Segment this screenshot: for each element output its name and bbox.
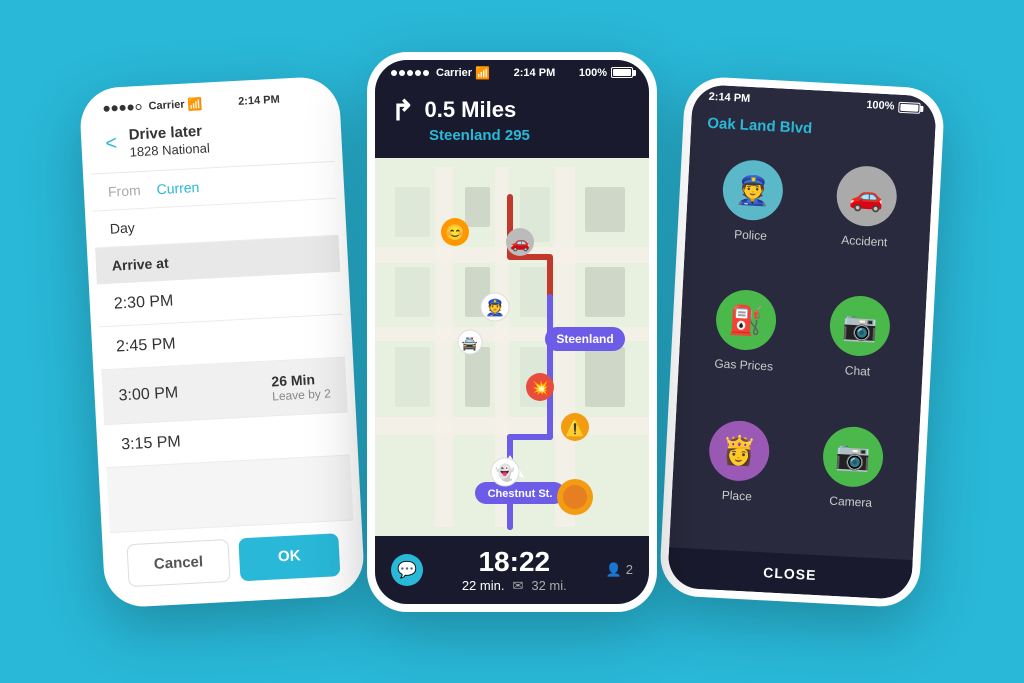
map-area[interactable]: East way Steenland Chestnut St. 😊 👮 — [375, 158, 649, 536]
wifi-icon-left: 📶 — [187, 96, 203, 111]
from-value: Curren — [156, 178, 200, 196]
chat-label: Chat — [845, 363, 871, 378]
svg-text:🚔: 🚔 — [462, 336, 478, 351]
time-label-2: 3:00 PM — [118, 384, 178, 405]
svg-text:Chestnut St.: Chestnut St. — [488, 488, 553, 500]
nav-street-text: Steenland 295 — [429, 127, 633, 144]
svg-text:😊: 😊 — [445, 224, 465, 242]
phone-left: Carrier 📶 2:14 PM < Drive later 1828 Nat… — [79, 75, 366, 608]
time-label-1: 2:45 PM — [116, 335, 176, 356]
menu-item-camera[interactable]: 📷 Camera — [800, 423, 904, 542]
time-extra-2: Leave by 2 — [272, 386, 331, 403]
chat-icon: 📷 — [842, 308, 879, 343]
camera-icon: 📷 — [835, 439, 872, 474]
place-icon: 👸 — [721, 433, 758, 468]
chat-icon-circle: 📷 — [828, 294, 891, 357]
back-button-left[interactable]: < — [105, 132, 118, 156]
menu-grid: 👮 Police 🚗 Accident ⛽ Gas Prices — [669, 140, 934, 559]
time-right: 2:14 PM — [708, 90, 750, 104]
time-left: 2:14 PM — [238, 93, 280, 107]
police-label: Police — [734, 227, 767, 243]
svg-text:⚠️: ⚠️ — [565, 418, 585, 437]
bottom-nav-bar: 💬 18:22 22 min. ✉ 32 mi. 👤 2 — [375, 536, 649, 604]
turn-arrow-icon: ↱ — [391, 94, 414, 127]
phone-center: Carrier 📶 2:14 PM 100% ↱ 0.5 Miles Steen… — [367, 52, 657, 612]
time-center: 2:14 PM — [514, 67, 556, 79]
gas-icon-circle: ⛽ — [715, 288, 778, 351]
nav-time: 22 min. — [462, 578, 505, 593]
menu-item-accident[interactable]: 🚗 Accident — [813, 163, 917, 282]
accident-label: Accident — [841, 232, 888, 248]
svg-text:👻: 👻 — [495, 463, 515, 482]
menu-item-police[interactable]: 👮 Police — [700, 157, 804, 276]
camera-icon-circle: 📷 — [822, 424, 885, 487]
status-bar-center: Carrier 📶 2:14 PM 100% — [375, 60, 649, 84]
nav-time-distance: 22 min. ✉ 32 mi. — [462, 578, 567, 594]
carrier-left: Carrier — [148, 98, 185, 112]
user-count: 👤 2 — [606, 562, 633, 578]
time-label-0: 2:30 PM — [113, 292, 173, 313]
camera-label: Camera — [829, 493, 872, 509]
accident-icon-circle: 🚗 — [835, 164, 898, 227]
place-label: Place — [722, 487, 753, 503]
accident-icon: 🚗 — [848, 178, 885, 213]
bottom-bar-left: Cancel OK — [110, 519, 357, 600]
wifi-icon-center: 📶 — [475, 66, 490, 80]
svg-text:Steenland: Steenland — [556, 332, 613, 346]
police-icon: 👮 — [735, 172, 772, 207]
menu-item-place[interactable]: 👸 Place — [686, 417, 790, 536]
nav-header-center: ↱ 0.5 Miles Steenland 295 — [375, 84, 649, 158]
ok-button[interactable]: OK — [238, 533, 340, 581]
phones-container: Carrier 📶 2:14 PM < Drive later 1828 Nat… — [62, 32, 962, 652]
menu-item-gas[interactable]: ⛽ Gas Prices — [693, 287, 797, 406]
place-icon-circle: 👸 — [708, 418, 771, 481]
gas-icon: ⛽ — [728, 302, 765, 337]
svg-text:👮: 👮 — [485, 298, 505, 317]
phone-right: 2:14 PM 100% Oak Land Blvd 👮 Police — [659, 75, 946, 608]
carrier-center: Carrier — [436, 67, 472, 79]
eta-display: 18:22 — [462, 546, 567, 578]
battery-label-center: 100% — [579, 67, 607, 79]
user-count-number: 2 — [626, 562, 633, 577]
svg-text:🚗: 🚗 — [510, 235, 530, 252]
svg-text:💥: 💥 — [530, 378, 550, 397]
police-icon-circle: 👮 — [721, 158, 784, 221]
nav-distance: 32 mi. — [531, 578, 566, 593]
nav-distance-text: 0.5 Miles — [424, 97, 516, 123]
menu-item-chat[interactable]: 📷 Chat — [807, 293, 911, 412]
gas-label: Gas Prices — [714, 356, 773, 373]
time-label-3: 3:15 PM — [121, 433, 181, 454]
cancel-button[interactable]: Cancel — [126, 538, 230, 586]
from-label: From — [108, 182, 141, 200]
right-street-label: Oak Land Blvd — [707, 114, 920, 142]
chat-nav-icon[interactable]: 💬 — [391, 554, 423, 586]
battery-label-right: 100% — [866, 99, 895, 112]
